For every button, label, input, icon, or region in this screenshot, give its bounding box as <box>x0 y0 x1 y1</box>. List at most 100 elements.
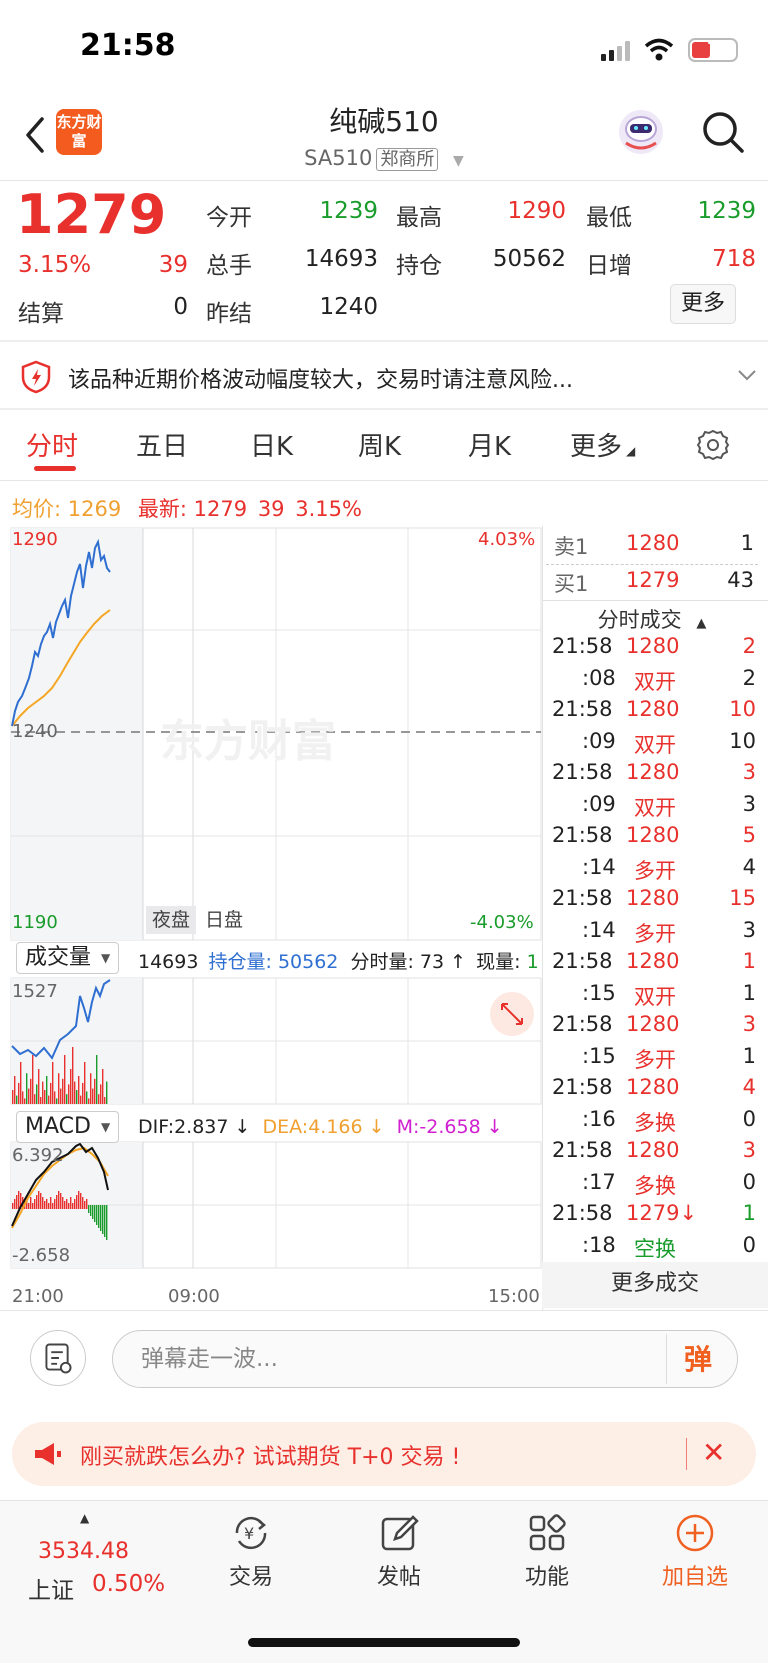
volume-bar <box>34 1094 36 1104</box>
trade-time: 21:58 <box>552 1012 613 1036</box>
macd-bar <box>54 1199 56 1209</box>
trade-time: 21:58 <box>552 634 613 658</box>
tab-more[interactable]: 更多 ◢ <box>570 426 635 463</box>
macd-bar <box>38 1191 40 1209</box>
trade-price: 1280 <box>626 1012 680 1036</box>
tab-weekly-k[interactable]: 周K <box>358 426 401 463</box>
tab-five-day[interactable]: 五日 <box>136 426 188 463</box>
trade-row: 21:58 1280 2 <box>546 632 760 663</box>
indicator-select-volume[interactable]: 成交量 ▼ <box>16 942 120 974</box>
high-value: 1290 <box>507 198 566 224</box>
volume-bar <box>56 1098 58 1104</box>
trade-type: 双开 <box>634 795 676 820</box>
trade-qty: 5 <box>742 823 756 847</box>
macd-bar <box>66 1199 68 1209</box>
signal-icon <box>601 39 630 61</box>
trade-price: 1279↓ <box>626 1201 698 1225</box>
prev-settle-label: 昨结 <box>206 301 252 327</box>
index-percent[interactable]: 0.50% <box>92 1571 165 1597</box>
tab-monthly-k[interactable]: 月K <box>468 426 511 463</box>
volume-bar <box>68 1084 70 1104</box>
trade-row: :16 多换 0 <box>546 1105 760 1136</box>
macd-bar <box>88 1205 90 1213</box>
volume-bar <box>64 1055 66 1104</box>
change-value: 39 <box>158 252 188 278</box>
prev-settle-value: 1240 <box>319 294 378 320</box>
volume-bar <box>20 1062 22 1104</box>
open-value: 1239 <box>319 198 378 224</box>
risk-notice-text[interactable]: 该品种近期价格波动幅度较大，交易时请注意风险... <box>68 362 573 394</box>
promo-banner[interactable]: 刚买就跌怎么办? 试试期货 T+0 交易 ! ✕ <box>12 1422 756 1486</box>
tab-daily-k[interactable]: 日K <box>250 426 293 463</box>
danmu-input[interactable]: 弹幕走一波... <box>112 1330 738 1388</box>
trade-row: 21:58 1280 1 <box>546 947 760 978</box>
volume-bar <box>94 1078 96 1104</box>
trade-qty: 4 <box>742 1075 756 1099</box>
functions-button[interactable]: 功能 <box>492 1511 602 1591</box>
macd-bar <box>90 1205 92 1216</box>
macd-bar <box>92 1205 94 1219</box>
macd-bar <box>106 1205 108 1240</box>
trade-time: 21:58 <box>552 886 613 910</box>
trade-type: 双开 <box>634 669 676 694</box>
symbol: SA510 <box>304 146 373 170</box>
trade-row: :15 多开 1 <box>546 1042 760 1073</box>
indicator-select-macd[interactable]: MACD ▼ <box>16 1111 120 1143</box>
promo-text: 刚买就跌怎么办? 试试期货 T+0 交易 ! <box>80 1445 461 1470</box>
trade-time: 21:58 <box>552 760 613 784</box>
plus-circle-icon <box>676 1514 714 1552</box>
volume-bar <box>80 1095 82 1104</box>
volume-bar <box>18 1083 20 1104</box>
macd-bar <box>100 1205 102 1231</box>
more-quote-button[interactable]: 更多 <box>670 284 736 324</box>
add-watchlist-button[interactable]: 加自选 <box>640 1511 750 1591</box>
trade-row: 21:58 1280 10 <box>546 695 760 726</box>
macd-bar <box>102 1205 104 1234</box>
wifi-icon <box>644 38 674 61</box>
assistant-robot-icon[interactable] <box>616 107 666 157</box>
trade-row: 21:58 1280 5 <box>546 821 760 852</box>
macd-bar <box>30 1197 32 1209</box>
trade-price: 1280 <box>626 886 680 910</box>
macd-bar <box>44 1201 46 1209</box>
macd-bar <box>96 1205 98 1225</box>
index-name[interactable]: 上证 <box>28 1571 74 1605</box>
close-icon[interactable]: ✕ <box>702 1436 725 1469</box>
megaphone-icon <box>35 1443 61 1465</box>
volume-bar <box>102 1069 104 1104</box>
volume-bar <box>38 1069 40 1104</box>
index-value[interactable]: 3534.48 <box>38 1539 129 1564</box>
trade-price: 1280 <box>626 1138 680 1162</box>
gear-icon[interactable] <box>696 428 730 462</box>
trade-row: 21:58 1279↓ 1 <box>546 1199 760 1230</box>
low-label: 最低 <box>586 205 632 231</box>
danmu-settings-icon[interactable] <box>30 1330 86 1386</box>
danmu-send-button[interactable]: 弹 <box>684 1338 712 1378</box>
trade-qty: 2 <box>742 634 756 658</box>
volume-bar <box>100 1084 102 1104</box>
macd-bar <box>64 1201 66 1209</box>
trade-button[interactable]: ¥ 交易 <box>196 1511 306 1591</box>
macd-y-top: 6.392 <box>12 1145 64 1166</box>
trade-row: :14 多开 4 <box>546 853 760 884</box>
trade-row: :18 空换 0 <box>546 1231 760 1262</box>
volume-bar <box>48 1095 50 1104</box>
search-icon[interactable] <box>700 109 746 155</box>
volume-bar <box>44 1090 46 1104</box>
more-trades-button[interactable]: 更多成交 <box>542 1262 768 1308</box>
trade-price: 1280 <box>626 760 680 784</box>
macd-bar <box>40 1193 42 1209</box>
post-button[interactable]: 发帖 <box>344 1511 454 1591</box>
tab-intraday[interactable]: 分时 <box>26 426 78 463</box>
shield-warning-icon <box>21 360 51 394</box>
intraday-chart[interactable]: 东方财富 <box>10 526 542 1296</box>
macd-bar <box>76 1195 78 1209</box>
day-session-label: 日盘 <box>204 909 243 931</box>
chevron-down-icon[interactable] <box>736 364 758 386</box>
tick-trades-header[interactable]: 分时成交 ▲ <box>546 604 758 634</box>
macd-info: DIF:2.837 ↓ DEA:4.166 ↓ M:-2.658 ↓ <box>138 1116 503 1138</box>
volume-bar <box>30 1078 32 1104</box>
pct-axis-top: 4.03% <box>478 529 536 550</box>
volume-bar <box>60 1088 62 1104</box>
trade-time: :14 <box>582 854 616 879</box>
